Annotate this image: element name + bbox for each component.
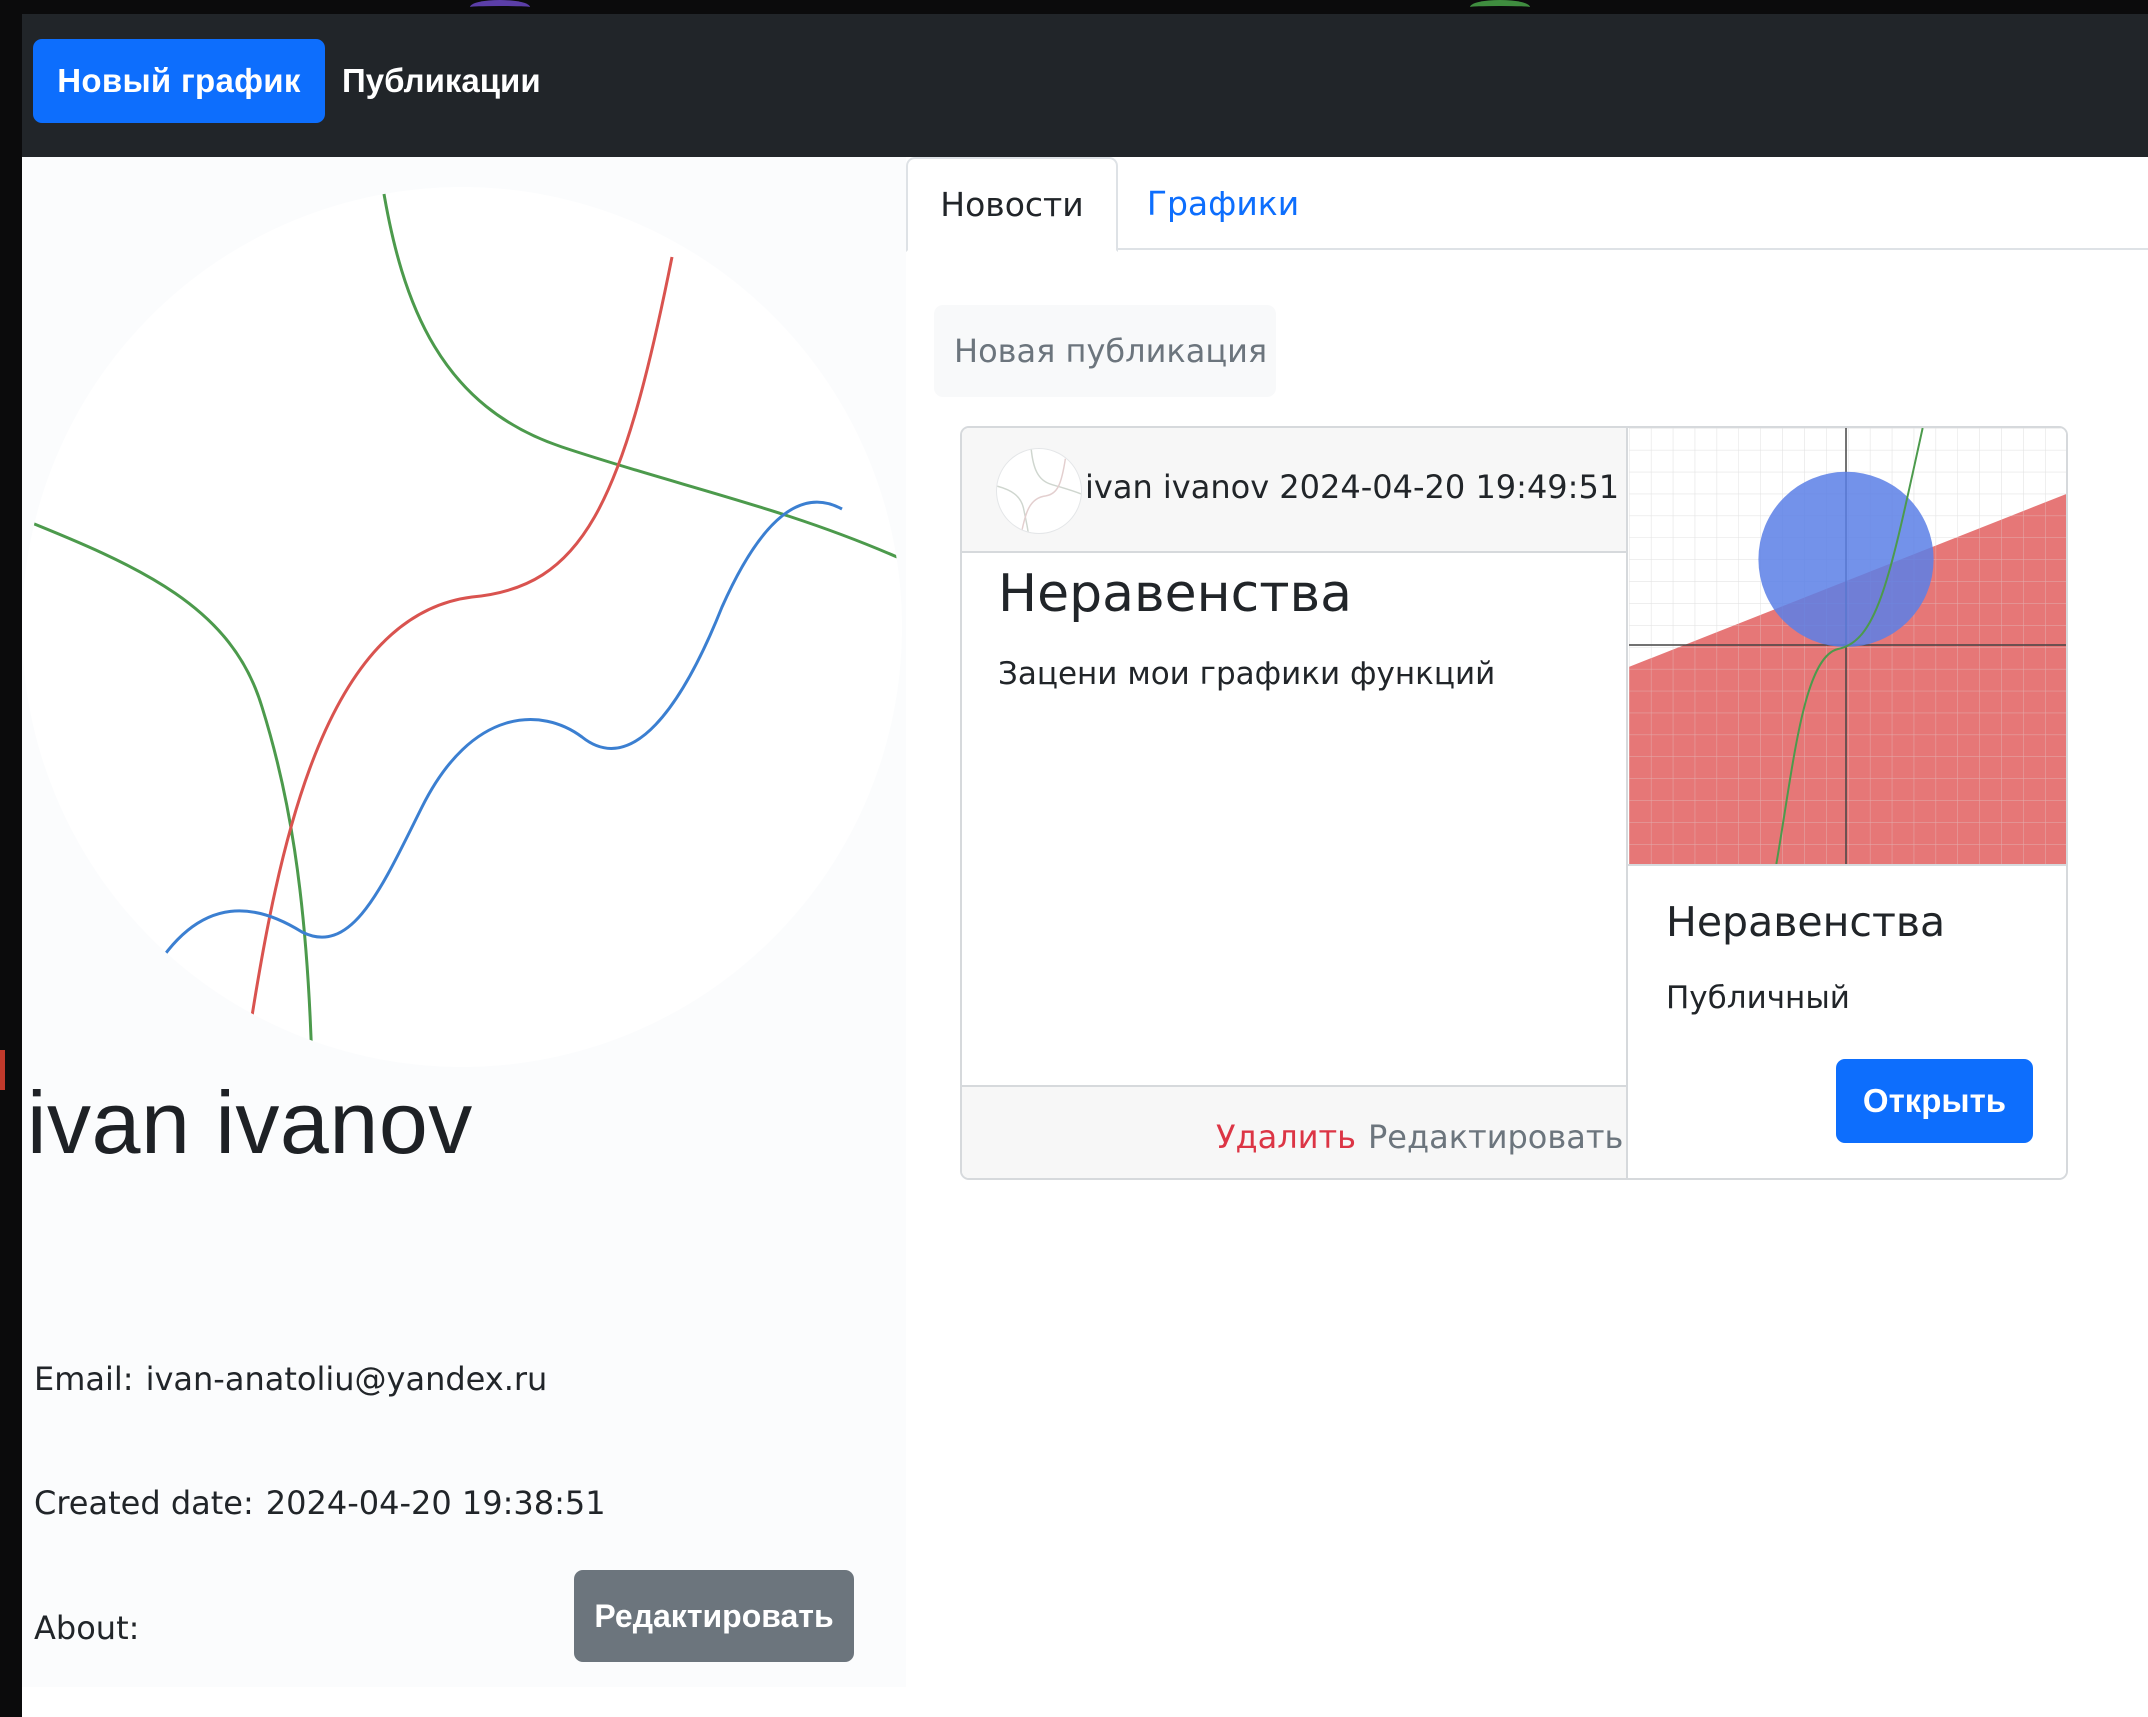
- new-publication-button[interactable]: Новая публикация: [934, 305, 1276, 397]
- post-body: ivan ivanov 2024-04-20 19:49:51 Неравенс…: [962, 428, 1628, 1178]
- email-label: Email:: [34, 1360, 134, 1398]
- graph-visibility: Публичный: [1666, 980, 1850, 1016]
- post-footer: Удалить Редактировать: [962, 1085, 1626, 1178]
- post-card: ivan ivanov 2024-04-20 19:49:51 Неравенс…: [960, 426, 2068, 1180]
- screen-bezel-top: [0, 0, 2148, 14]
- bezel-decoration: [0, 1050, 14, 1090]
- profile-avatar: [22, 187, 902, 1067]
- edit-profile-button[interactable]: Редактировать: [574, 1570, 854, 1662]
- nav-link-publications[interactable]: Публикации: [342, 39, 541, 123]
- email-value: ivan-anatoliu@yandex.ru: [145, 1360, 548, 1398]
- post-header: ivan ivanov 2024-04-20 19:49:51: [962, 428, 1626, 553]
- profile-about-row: About:: [34, 1609, 151, 1647]
- profile-email-row: Email: ivan-anatoliu@yandex.ru: [34, 1360, 547, 1398]
- graph-title: Неравенства: [1666, 898, 1946, 946]
- delete-post-link[interactable]: Удалить: [1216, 1118, 1356, 1156]
- tab-graphs[interactable]: Графики: [1118, 157, 1328, 250]
- profile-sidebar: ivan ivanov Email: ivan-anatoliu@yandex.r…: [22, 157, 906, 1687]
- top-navbar: Новый график Публикации: [22, 14, 2148, 157]
- author-avatar-icon: [997, 449, 1081, 533]
- edit-post-link[interactable]: Редактировать: [1368, 1118, 1623, 1156]
- author-avatar: [996, 448, 1082, 534]
- attached-graph-card: Неравенства Публичный Открыть: [1628, 428, 2066, 1178]
- new-graph-button[interactable]: Новый график: [33, 39, 325, 123]
- inequality-graph-thumbnail-icon: [1629, 428, 2066, 864]
- content-tabs: Новости Графики: [906, 157, 2148, 252]
- screen-bezel-left: [0, 0, 22, 1717]
- profile-name: ivan ivanov: [27, 1073, 473, 1172]
- post-text: Зацени мои графики функций: [998, 656, 1496, 692]
- profile-created-row: Created date: 2024-04-20 19:38:51: [34, 1484, 606, 1522]
- created-date-value: 2024-04-20 19:38:51: [265, 1484, 606, 1522]
- created-date-label: Created date:: [34, 1484, 254, 1522]
- post-author-line: ivan ivanov 2024-04-20 19:49:51: [1085, 468, 1620, 506]
- function-graph-avatar-icon: [22, 187, 898, 1067]
- post-title: Неравенства: [998, 564, 1352, 624]
- bezel-decoration: [470, 0, 530, 14]
- tab-news[interactable]: Новости: [906, 157, 1118, 252]
- graph-thumbnail: [1628, 428, 2066, 866]
- about-label: About:: [34, 1609, 140, 1647]
- bezel-decoration: [1470, 0, 1530, 14]
- open-graph-button[interactable]: Открыть: [1836, 1059, 2033, 1143]
